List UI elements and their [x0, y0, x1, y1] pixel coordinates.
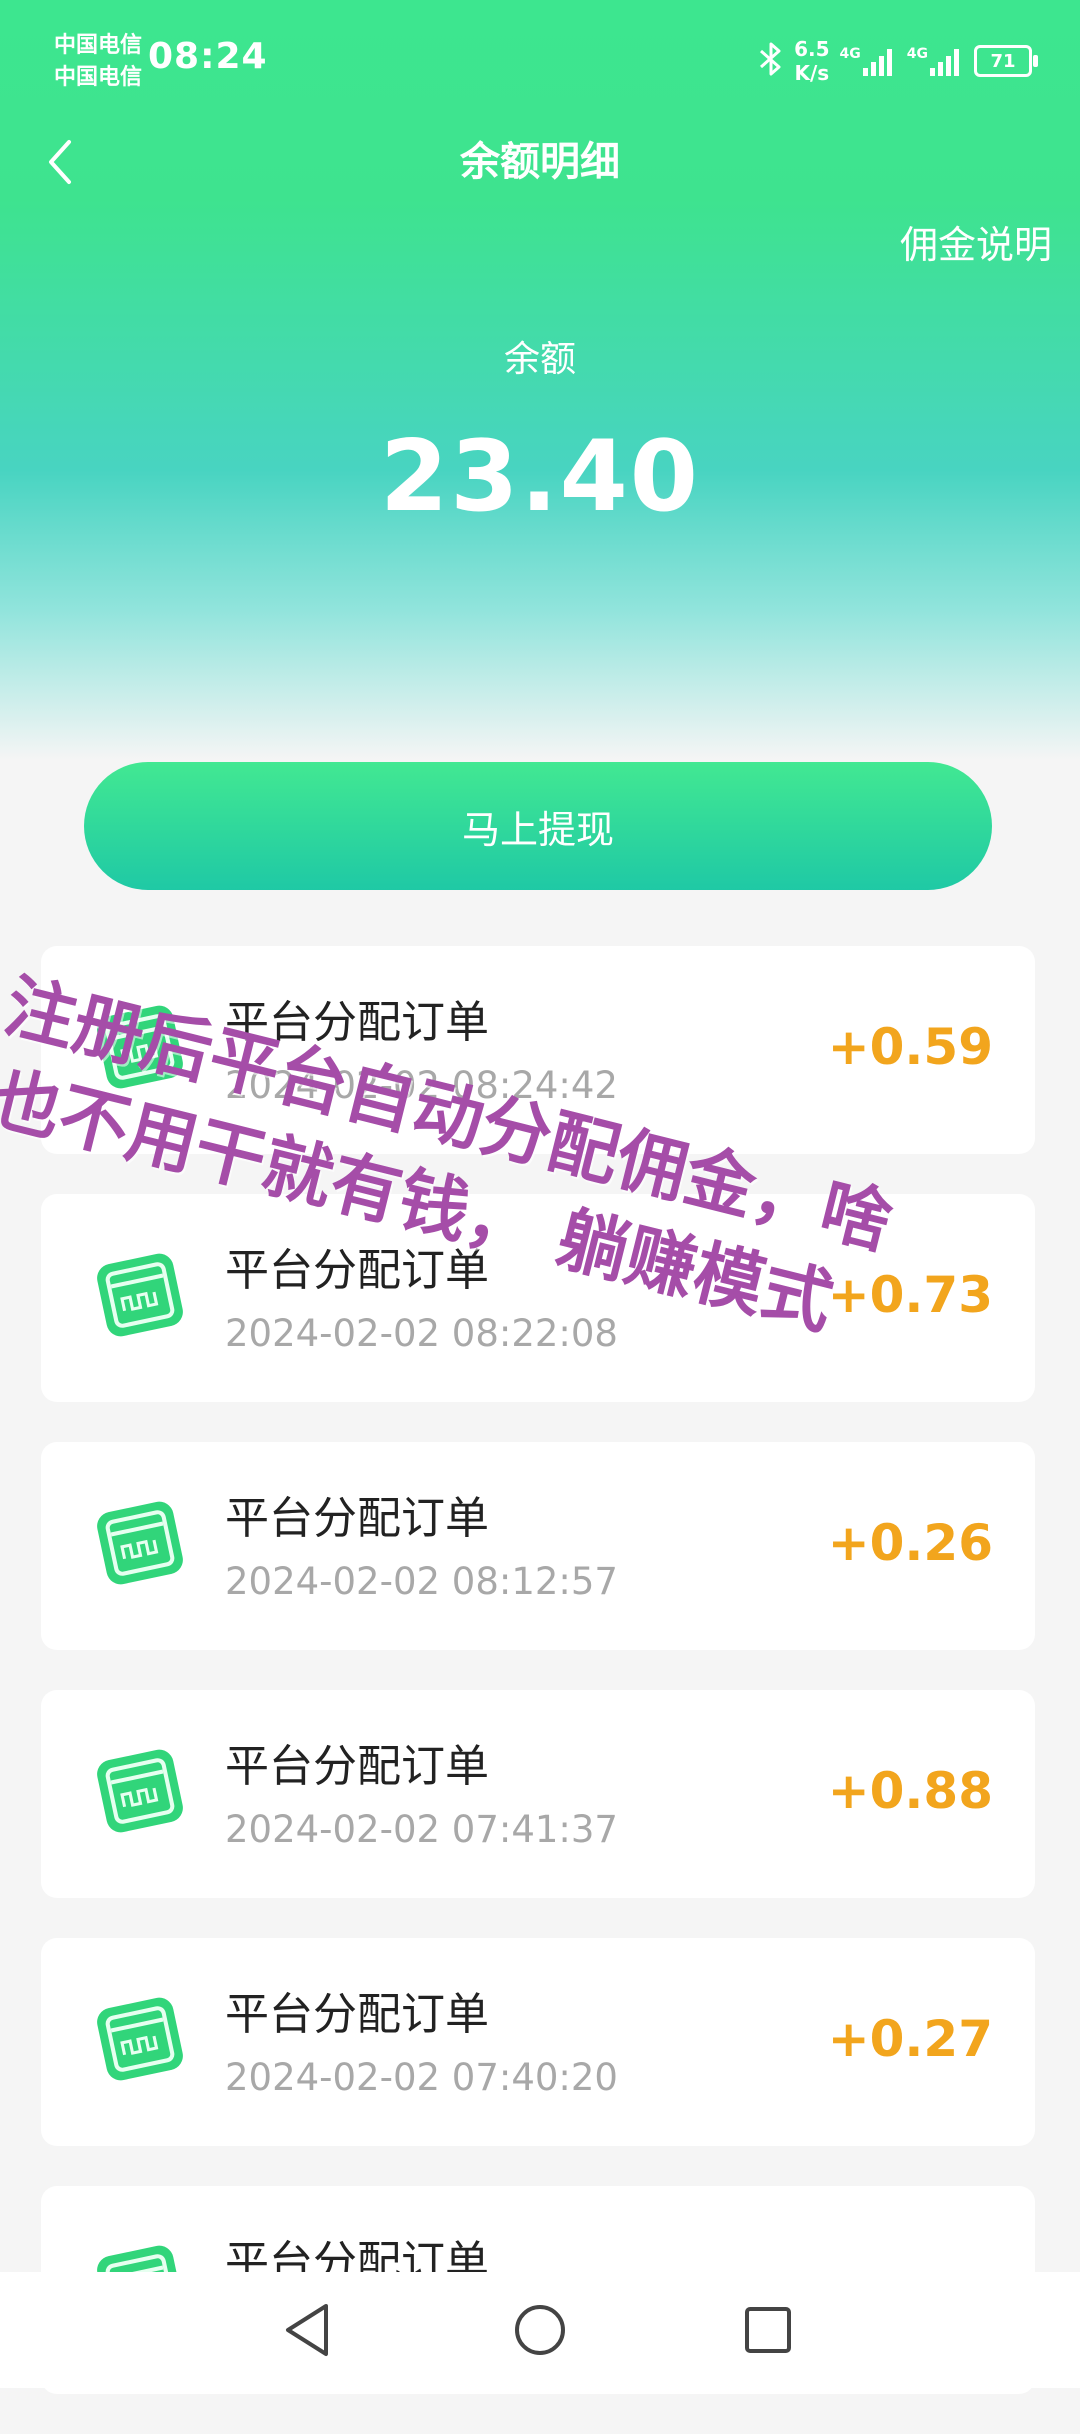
chevron-left-icon: [49, 140, 71, 184]
transaction-amount: +0.59: [827, 1018, 993, 1076]
status-bar: 中国电信 中国电信 08:24 6.5 K/s 4G 4G 71: [0, 0, 1080, 120]
transaction-card[interactable]: 平台分配订单 2024-02-02 08:24:42 +0.59: [41, 946, 1035, 1154]
transaction-amount: +0.73: [827, 1266, 993, 1324]
battery-icon: 71: [974, 45, 1038, 77]
order-receipt-icon: [97, 1005, 183, 1089]
carrier-2: 中国电信: [54, 65, 143, 90]
transaction-card[interactable]: 平台分配订单 2024-02-02 08:12:57 +0.26: [41, 1442, 1035, 1650]
transaction-card[interactable]: 平台分配订单 2024-02-02 07:40:20 +0.27: [41, 1938, 1035, 2146]
net-speed: 6.5 K/s: [794, 37, 829, 85]
nav-back-button[interactable]: [272, 2294, 344, 2366]
signal-icon-2: 4G: [907, 46, 964, 76]
transaction-title: 平台分配订单: [225, 1245, 489, 1296]
signal-2-label: 4G: [906, 46, 928, 62]
circle-home-icon: [515, 2305, 565, 2355]
square-recents-icon: [745, 2307, 791, 2353]
nav-home-button[interactable]: [504, 2294, 576, 2366]
status-time: 08:24: [148, 36, 268, 77]
transaction-card[interactable]: 平台分配订单 2024-02-02 07:41:37 +0.88: [41, 1690, 1035, 1898]
net-speed-unit: K/s: [794, 61, 830, 85]
transaction-title: 平台分配订单: [225, 1493, 489, 1544]
balance-value: 23.40: [380, 420, 700, 534]
order-receipt-icon: [97, 1997, 183, 2081]
balance-label: 余额: [503, 339, 576, 380]
transaction-amount: +0.27: [827, 2010, 993, 2068]
transaction-time: 2024-02-02 08:12:57: [225, 1560, 618, 1603]
transaction-time: 2024-02-02 07:41:37: [225, 1808, 618, 1851]
order-receipt-icon: [97, 1253, 183, 1337]
transaction-amount: +0.88: [827, 1762, 993, 1820]
carrier-labels: 中国电信 中国电信: [54, 30, 142, 94]
signal-1-label: 4G: [839, 46, 861, 62]
transaction-card[interactable]: 平台分配订单 2024-02-02 08:22:08 +0.73: [41, 1194, 1035, 1402]
transaction-list: 平台分配订单 2024-02-02 08:24:42 +0.59 平台分配订单 …: [41, 946, 1035, 2434]
transaction-title: 平台分配订单: [225, 1989, 489, 2040]
transaction-time: 2024-02-02 08:22:08: [225, 1312, 618, 1355]
transaction-amount: +0.26: [827, 1514, 993, 1572]
transaction-title: 平台分配订单: [225, 997, 489, 1048]
transaction-title: 平台分配订单: [225, 1741, 489, 1792]
status-icons: 6.5 K/s 4G 4G 71: [758, 34, 1038, 88]
net-speed-value: 6.5: [794, 37, 830, 61]
carrier-1: 中国电信: [54, 33, 143, 58]
order-receipt-icon: [97, 1749, 183, 1833]
page-title: 余额明细: [460, 139, 620, 185]
transaction-time: 2024-02-02 07:40:20: [225, 2056, 618, 2099]
system-nav-bar: [0, 2272, 1080, 2388]
commission-info-link[interactable]: 佣金说明: [900, 214, 1052, 269]
nav-bar: 余额明细: [0, 120, 1080, 204]
triangle-back-icon: [286, 2304, 328, 2356]
signal-icon-1: 4G: [840, 46, 897, 76]
transaction-time: 2024-02-02 08:24:42: [225, 1064, 618, 1107]
order-receipt-icon: [97, 1501, 183, 1585]
back-button[interactable]: [30, 130, 90, 194]
nav-recents-button[interactable]: [732, 2294, 804, 2366]
bluetooth-icon: [758, 41, 784, 81]
withdraw-button[interactable]: 马上提现: [84, 762, 992, 890]
